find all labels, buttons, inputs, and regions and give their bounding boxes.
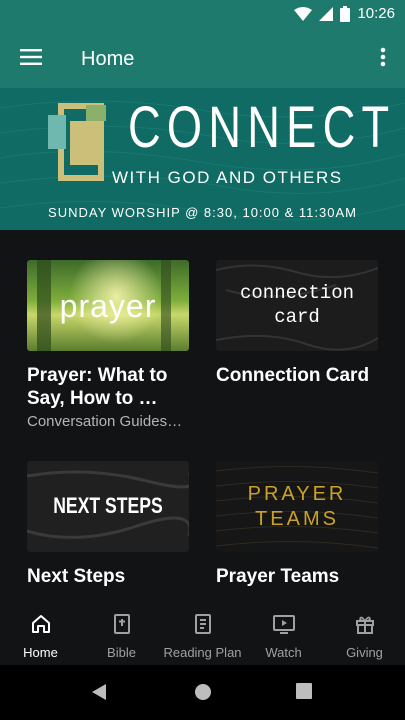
- connect-logo-icon: [46, 103, 108, 188]
- bottom-navigation: Home Bible Reading Plan Watch Giving: [0, 603, 405, 665]
- card-title: Connection Card: [216, 365, 370, 386]
- nav-label: Reading Plan: [163, 645, 242, 660]
- banner-title: CONNECT: [128, 95, 396, 160]
- nav-item-watch[interactable]: Watch: [243, 603, 324, 665]
- wifi-icon: [294, 6, 313, 21]
- banner-subtitle: WITH GOD AND OTHERS: [112, 168, 343, 187]
- nav-label: Watch: [265, 645, 302, 660]
- more-vert-icon: [380, 47, 386, 72]
- app-bar: Home: [0, 30, 405, 88]
- page-title: Home: [81, 48, 135, 70]
- card-title: Prayer Teams: [216, 566, 340, 587]
- home-circle-icon[interactable]: [193, 682, 213, 707]
- content-grid: prayer Prayer: What to Say, How to … Con…: [0, 230, 405, 603]
- thumb-title-line1: PRAYER: [247, 483, 347, 505]
- battery-icon: [340, 5, 351, 22]
- banner-worship-times: SUNDAY WORSHIP @ 8:30, 10:00 & 11:30AM: [48, 205, 357, 220]
- thumb-title-next-steps: NEXT STEPS: [53, 493, 163, 518]
- status-bar: 10:26: [0, 0, 405, 30]
- nav-item-reading-plan[interactable]: Reading Plan: [162, 603, 243, 665]
- cell-signal-icon: [319, 6, 334, 21]
- home-icon: [30, 613, 52, 640]
- card-title: Next Steps: [27, 566, 126, 587]
- bible-icon: [111, 613, 133, 640]
- card-title: Prayer: What to Say, How to …: [27, 365, 168, 409]
- system-navigation-bar: [0, 665, 405, 720]
- thumb-title-line1: connection: [239, 282, 355, 304]
- card-thumbnail: PRAYER TEAMS: [216, 461, 378, 552]
- thumb-title-line2: card: [274, 306, 320, 328]
- clock-time: 10:26: [357, 5, 395, 22]
- connect-banner[interactable]: CONNECT WITH GOD AND OTHERS SUNDAY WORSH…: [0, 88, 405, 230]
- card-thumbnail: NEXT STEPS: [27, 461, 189, 552]
- card-prayer-guides[interactable]: prayer Prayer: What to Say, How to … Con…: [27, 260, 189, 430]
- status-icons: 10:26: [294, 5, 395, 22]
- menu-button[interactable]: [12, 40, 50, 78]
- card-thumbnail: prayer: [27, 260, 189, 351]
- gift-icon: [354, 613, 376, 640]
- card-next-steps[interactable]: NEXT STEPS Next Steps: [27, 461, 189, 588]
- card-prayer-teams[interactable]: PRAYER TEAMS Prayer Teams: [216, 461, 378, 588]
- more-options-button[interactable]: [369, 40, 397, 78]
- hamburger-icon: [20, 48, 42, 70]
- thumb-title-line2: TEAMS: [255, 508, 339, 530]
- card-subtitle: Conversation Guides…: [27, 413, 183, 430]
- nav-label: Giving: [346, 645, 383, 660]
- thumb-title-prayer: prayer: [59, 288, 157, 324]
- card-connection-card[interactable]: connection card Connection Card: [216, 260, 378, 387]
- back-icon[interactable]: [90, 682, 108, 707]
- thumb-texture: [216, 465, 378, 549]
- reading-plan-icon: [192, 613, 214, 640]
- card-thumbnail: connection card: [216, 260, 378, 351]
- recents-icon[interactable]: [295, 682, 313, 705]
- nav-item-home[interactable]: Home: [0, 603, 81, 665]
- nav-item-bible[interactable]: Bible: [81, 603, 162, 665]
- nav-label: Home: [23, 645, 58, 660]
- nav-label: Bible: [107, 645, 136, 660]
- watch-icon: [272, 613, 296, 640]
- nav-item-giving[interactable]: Giving: [324, 603, 405, 665]
